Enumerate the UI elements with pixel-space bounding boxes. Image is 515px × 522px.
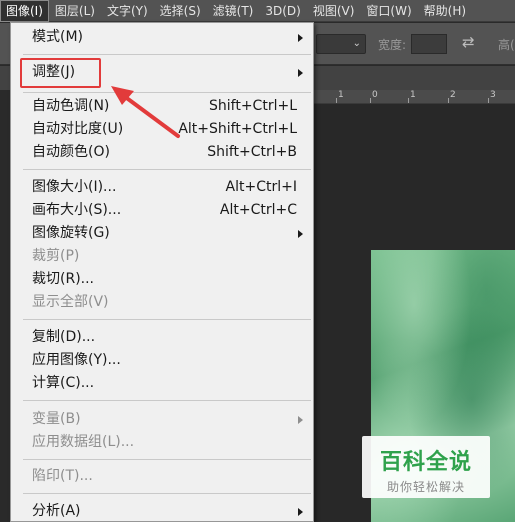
annotation-arrow-icon [111, 86, 180, 138]
